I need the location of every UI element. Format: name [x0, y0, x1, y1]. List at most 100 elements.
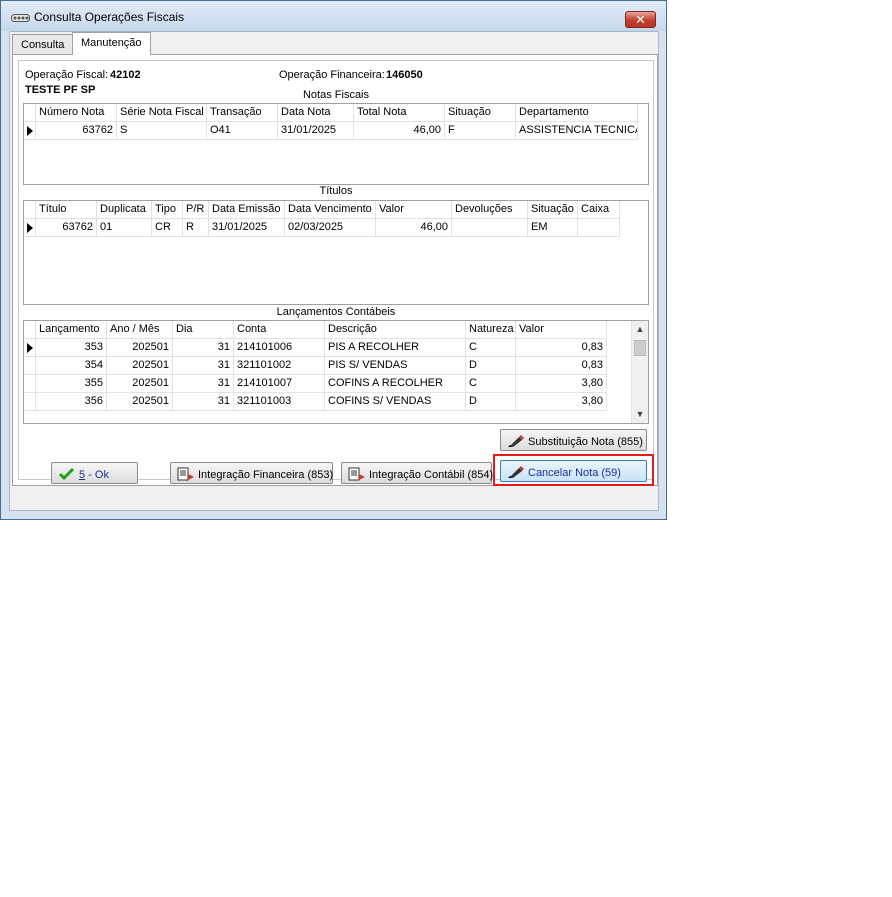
col-data-emissao[interactable]: Data Emissão	[209, 201, 285, 219]
cell-descricao[interactable]: PIS S/ VENDAS	[325, 357, 466, 375]
ok-button[interactable]: 5 - Ok	[51, 462, 138, 484]
col-data-vencimento[interactable]: Data Vencimento	[285, 201, 376, 219]
cell-natureza[interactable]: C	[466, 375, 516, 393]
row-indicator	[24, 357, 36, 375]
col-dia[interactable]: Dia	[173, 321, 234, 339]
cell-lancamento[interactable]: 355	[36, 375, 107, 393]
col-duplicata[interactable]: Duplicata	[97, 201, 152, 219]
lancamentos-scrollbar[interactable]: ▲ ▼	[631, 321, 648, 423]
titulos-title: Títulos	[319, 185, 353, 197]
cell-departamento[interactable]: ASSISTENCIA TECNICA	[516, 122, 638, 140]
col-lancamento[interactable]: Lançamento	[36, 321, 107, 339]
tab-manutencao-label: Manutenção	[81, 37, 142, 49]
row-indicator	[24, 339, 36, 357]
cell-lancamento[interactable]: 356	[36, 393, 107, 411]
close-button[interactable]: ✕	[625, 11, 656, 28]
cell-pr[interactable]: R	[183, 219, 209, 237]
titulos-grid[interactable]: Título Duplicata Tipo P/R Data Emissão D…	[23, 200, 649, 305]
pen-edit-icon	[508, 435, 524, 447]
cell-natureza[interactable]: C	[466, 339, 516, 357]
cell-conta[interactable]: 214101006	[234, 339, 325, 357]
row-indicator	[24, 393, 36, 411]
cell-conta[interactable]: 321101002	[234, 357, 325, 375]
col-valor-lanc[interactable]: Valor	[516, 321, 607, 339]
cell-conta[interactable]: 214101007	[234, 375, 325, 393]
cell-valor-lanc[interactable]: 0,83	[516, 339, 607, 357]
cell-natureza[interactable]: D	[466, 393, 516, 411]
cell-data-vencimento[interactable]: 02/03/2025	[285, 219, 376, 237]
cell-valor-lanc[interactable]: 3,80	[516, 393, 607, 411]
titlebar[interactable]: Consulta Operações Fiscais ✕	[1, 1, 666, 31]
scroll-up-icon[interactable]: ▲	[632, 321, 648, 338]
col-situacao[interactable]: Situação	[445, 104, 516, 122]
cell-lancamento[interactable]: 354	[36, 357, 107, 375]
row-indicator	[24, 201, 36, 219]
row-indicator	[24, 375, 36, 393]
col-tipo[interactable]: Tipo	[152, 201, 183, 219]
cell-dia[interactable]: 31	[173, 339, 234, 357]
col-total-nota[interactable]: Total Nota	[354, 104, 445, 122]
cell-tipo[interactable]: CR	[152, 219, 183, 237]
cell-data-nota[interactable]: 31/01/2025	[278, 122, 354, 140]
cell-dia[interactable]: 31	[173, 375, 234, 393]
cell-dia[interactable]: 31	[173, 357, 234, 375]
cell-valor[interactable]: 46,00	[376, 219, 452, 237]
cell-situacao-titulo[interactable]: EM	[528, 219, 578, 237]
cell-caixa[interactable]	[578, 219, 620, 237]
notas-grid[interactable]: Número Nota Série Nota Fiscal Transação …	[23, 103, 649, 185]
col-transacao[interactable]: Transação	[207, 104, 278, 122]
lancamentos-grid[interactable]: Lançamento Ano / Mês Dia Conta Descrição…	[23, 320, 649, 424]
close-icon: ✕	[635, 12, 646, 27]
cell-total-nota[interactable]: 46,00	[354, 122, 445, 140]
col-numero-nota[interactable]: Número Nota	[36, 104, 117, 122]
op-fiscal-value: 42102	[110, 69, 141, 81]
cell-data-emissao[interactable]: 31/01/2025	[209, 219, 285, 237]
col-titulo[interactable]: Título	[36, 201, 97, 219]
col-devolucoes[interactable]: Devoluções	[452, 201, 528, 219]
cell-serie[interactable]: S	[117, 122, 207, 140]
cell-devolucoes[interactable]	[452, 219, 528, 237]
tab-consulta[interactable]: Consulta	[12, 34, 74, 54]
col-pr[interactable]: P/R	[183, 201, 209, 219]
cell-duplicata[interactable]: 01	[97, 219, 152, 237]
col-ano-mes[interactable]: Ano / Mês	[107, 321, 173, 339]
cell-descricao[interactable]: COFINS A RECOLHER	[325, 375, 466, 393]
cell-transacao[interactable]: O41	[207, 122, 278, 140]
col-valor[interactable]: Valor	[376, 201, 452, 219]
cell-dia[interactable]: 31	[173, 393, 234, 411]
current-row-arrow-icon	[27, 343, 33, 353]
lancamentos-title: Lançamentos Contábeis	[276, 306, 396, 318]
cell-ano-mes[interactable]: 202501	[107, 393, 173, 411]
substituicao-nota-button[interactable]: Substituição Nota (855)	[500, 429, 647, 451]
cell-numero-nota[interactable]: 63762	[36, 122, 117, 140]
cell-conta[interactable]: 321101003	[234, 393, 325, 411]
row-indicator	[24, 321, 36, 339]
cell-descricao[interactable]: PIS A RECOLHER	[325, 339, 466, 357]
col-natureza[interactable]: Natureza	[466, 321, 516, 339]
col-descricao[interactable]: Descrição	[325, 321, 466, 339]
scroll-down-icon[interactable]: ▼	[632, 406, 648, 423]
cell-valor-lanc[interactable]: 0,83	[516, 357, 607, 375]
col-data-nota[interactable]: Data Nota	[278, 104, 354, 122]
col-situacao-titulo[interactable]: Situação	[528, 201, 578, 219]
col-departamento[interactable]: Departamento	[516, 104, 638, 122]
scroll-thumb[interactable]	[634, 340, 646, 356]
integracao-financeira-button[interactable]: Integração Financeira (853)	[170, 462, 333, 484]
row-indicator	[24, 122, 36, 140]
integracao-contabil-button[interactable]: Integração Contábil (854)	[341, 462, 493, 484]
cell-descricao[interactable]: COFINS S/ VENDAS	[325, 393, 466, 411]
row-indicator	[24, 219, 36, 237]
cell-lancamento[interactable]: 353	[36, 339, 107, 357]
col-conta[interactable]: Conta	[234, 321, 325, 339]
col-caixa[interactable]: Caixa	[578, 201, 620, 219]
cell-titulo[interactable]: 63762	[36, 219, 97, 237]
cell-situacao[interactable]: F	[445, 122, 516, 140]
col-serie-nota[interactable]: Série Nota Fiscal	[117, 104, 207, 122]
cell-ano-mes[interactable]: 202501	[107, 339, 173, 357]
substituicao-label: Substituição Nota (855)	[528, 436, 643, 448]
tab-manutencao[interactable]: Manutenção	[72, 32, 151, 55]
cell-natureza[interactable]: D	[466, 357, 516, 375]
cell-ano-mes[interactable]: 202501	[107, 357, 173, 375]
cell-valor-lanc[interactable]: 3,80	[516, 375, 607, 393]
cell-ano-mes[interactable]: 202501	[107, 375, 173, 393]
